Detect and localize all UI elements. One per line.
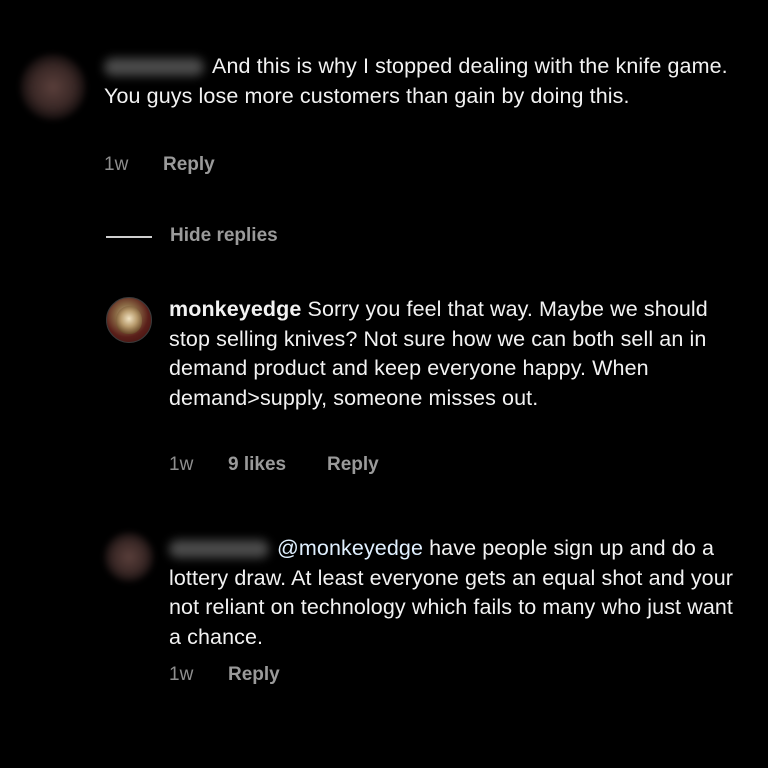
comment-timestamp: 1w — [104, 154, 129, 175]
divider-line — [106, 236, 152, 238]
username-blurred[interactable] — [104, 58, 204, 77]
reply-meta: 1w 9 likes Reply — [169, 454, 569, 478]
username-blurred[interactable] — [169, 540, 269, 559]
hide-replies-label: Hide replies — [170, 225, 278, 246]
mention-link[interactable]: @monkeyedge — [277, 536, 423, 560]
reply-timestamp: 1w — [169, 664, 194, 685]
avatar[interactable] — [20, 54, 86, 120]
reply-text: monkeyedge Sorry you feel that way. Mayb… — [169, 295, 739, 413]
reply-button[interactable]: Reply — [228, 664, 280, 686]
reply-button[interactable]: Reply — [327, 454, 379, 476]
reply-button[interactable]: Reply — [163, 154, 215, 176]
comment-meta: 1w Reply — [104, 154, 504, 178]
comment-text: And this is why I stopped dealing with t… — [104, 52, 744, 111]
avatar[interactable] — [106, 297, 152, 343]
reply-meta: 1w Reply — [169, 664, 569, 688]
likes-count[interactable]: 9 likes — [228, 454, 286, 476]
reply-timestamp: 1w — [169, 454, 194, 475]
avatar[interactable] — [104, 532, 154, 582]
reply-text: @monkeyedge have people sign up and do a… — [169, 534, 739, 652]
monkey-logo-icon — [116, 306, 142, 334]
reply-username[interactable]: monkeyedge — [169, 297, 301, 321]
